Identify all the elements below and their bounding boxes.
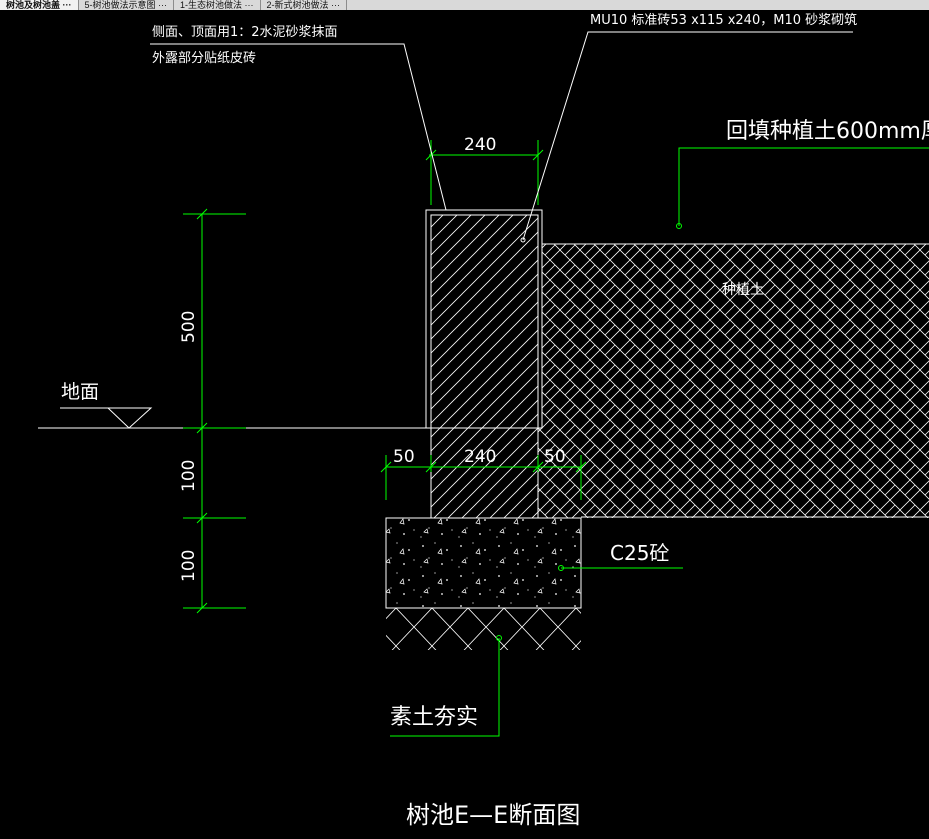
- compacted-earth-hatch: [386, 608, 581, 650]
- ground-label: 地面: [61, 381, 99, 403]
- concrete-label: C25砼: [610, 541, 669, 565]
- brick-wall: [430, 214, 539, 519]
- dim-100-upper: 100: [179, 460, 199, 492]
- dim-100-lower: 100: [179, 550, 199, 582]
- backfill-note: 回填种植土600mm厚: [726, 119, 929, 144]
- dim-500: 500: [179, 311, 199, 343]
- plaster-note-line2: 外露部分贴纸皮砖: [152, 51, 256, 66]
- dim-base-240: 240: [464, 447, 496, 467]
- concrete-footing: [385, 517, 582, 609]
- dim-top-240: 240: [464, 135, 496, 155]
- dim-base-50-left: 50: [393, 447, 415, 467]
- cad-drawing: 地面 500 100 100 240 50 240 50 侧面、顶面用1：2水泥…: [38, 12, 929, 829]
- drawing-title: 树池E—E断面图: [406, 801, 580, 829]
- brick-note: MU10 标准砖53 x115 x240，M10 砂浆砌筑: [590, 12, 857, 28]
- plaster-note-line1: 侧面、顶面用1：2水泥砂浆抹面: [152, 25, 338, 40]
- soil-label: 种植土: [722, 282, 764, 298]
- compacted-label: 素土夯实: [390, 705, 478, 730]
- ground-level-symbol: [106, 407, 153, 429]
- dim-base-50-right: 50: [544, 447, 566, 467]
